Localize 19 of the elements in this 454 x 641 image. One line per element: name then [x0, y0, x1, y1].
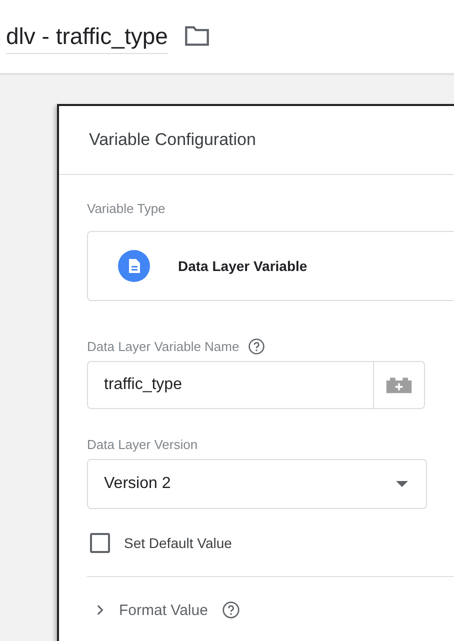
variable-name-field[interactable]: traffic_type — [87, 361, 373, 409]
section-toggle[interactable]: Format Value — [119, 602, 208, 618]
chevron-icon[interactable] — [96, 604, 105, 616]
variable-picker-button[interactable] — [373, 361, 425, 409]
lego-brick-icon — [385, 376, 413, 394]
field-label: Data Layer Version — [87, 437, 198, 452]
checkbox[interactable] — [90, 533, 110, 553]
help-icon[interactable] — [222, 601, 240, 619]
document-icon — [118, 250, 150, 282]
field-label: Variable Type — [87, 201, 166, 216]
help-icon[interactable] — [248, 338, 266, 355]
variable-title[interactable]: dlv - traffic_type — [6, 23, 168, 49]
field-label: Data Layer Variable Name — [87, 339, 240, 354]
checkbox-label[interactable]: Set Default Value — [124, 535, 232, 551]
card-title: Variable Configuration — [89, 130, 256, 150]
folder-icon[interactable] — [184, 24, 210, 46]
dropdown-arrow-icon — [396, 481, 408, 487]
variable-type-selector[interactable]: Data Layer Variable — [87, 231, 454, 301]
version-dropdown[interactable]: Version 2 — [87, 459, 427, 509]
